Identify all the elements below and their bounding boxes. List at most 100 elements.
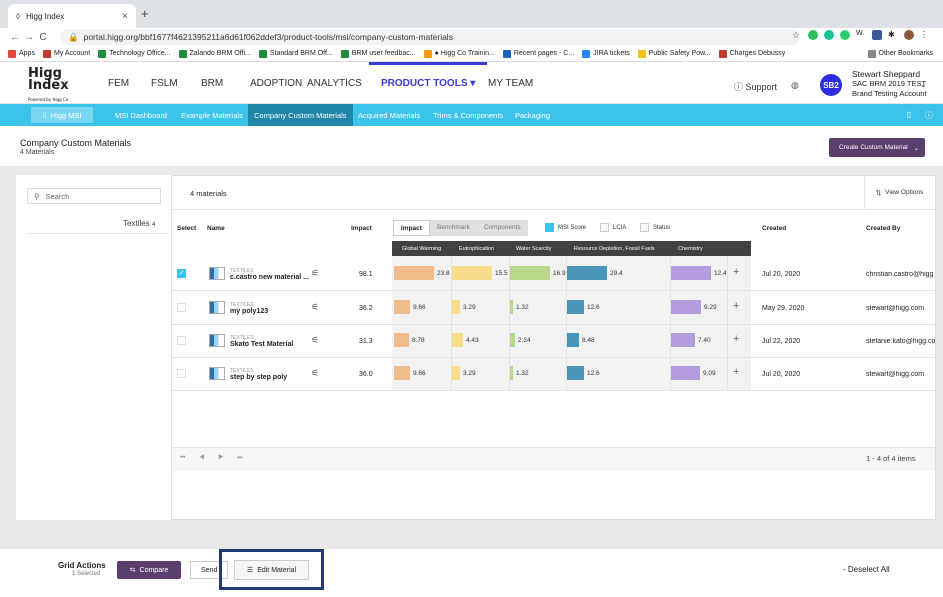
subnav-item-msi-dashboard[interactable]: MSI Dashboard	[115, 111, 167, 120]
legend-status[interactable]: Status	[640, 223, 670, 232]
bookmark-item[interactable]: Standard BRM Off...	[258, 49, 333, 58]
ext-blue-icon[interactable]	[872, 30, 882, 40]
globe-icon[interactable]: ◍	[791, 80, 799, 91]
legend-label: Status	[653, 224, 671, 231]
support-link[interactable]: ⓘ Support	[734, 80, 777, 93]
sliders-icon[interactable]: ⚟	[311, 268, 319, 279]
nav-item[interactable]: ANALYTICS	[307, 78, 362, 89]
bookmark-item[interactable]: Public Safety Pow...	[637, 49, 711, 58]
tab-impact[interactable]: Impact	[393, 220, 430, 236]
material-name[interactable]: Skato Test Material	[230, 341, 293, 348]
row-checkbox[interactable]	[177, 303, 186, 312]
bookmark-item[interactable]: Charges Debussy	[718, 49, 785, 58]
material-name[interactable]: my poly123	[230, 308, 268, 315]
pager[interactable]: ⏮ ◀ ▶ ⏭	[180, 455, 249, 462]
nav-item[interactable]: BRM	[201, 78, 223, 89]
tab-close-icon[interactable]: ×	[122, 11, 128, 22]
browser-tab[interactable]: ◊ Higg Index ×	[8, 4, 136, 28]
impact-bar	[452, 366, 460, 380]
sliders-icon[interactable]: ⚟	[311, 302, 319, 313]
app-header: Higg Index Powered by Higg Co FEM FSLM BRM…	[0, 62, 943, 104]
bookmark-label: Public Safety Pow...	[648, 50, 711, 57]
nav-item[interactable]: MY TEAM	[488, 78, 533, 89]
nav-item[interactable]: ADOPTION	[250, 78, 302, 89]
star-icon[interactable]: ☆	[792, 30, 802, 40]
higg-logo[interactable]: Higg Index Powered by Higg Co	[28, 67, 72, 106]
menu-icon[interactable]: ⋮	[920, 30, 930, 40]
book-icon[interactable]: ▯	[907, 110, 911, 121]
nav-item[interactable]: PRODUCT TOOLS ▾	[368, 62, 488, 89]
other-bookmarks[interactable]: Other Bookmarks	[867, 49, 933, 58]
evernote-icon[interactable]	[808, 30, 818, 40]
grammarly-icon[interactable]	[824, 30, 834, 40]
plus-icon[interactable]: +	[733, 266, 739, 278]
bookmark-item[interactable]: Recent pages - C...	[502, 49, 574, 58]
subnav-item-example-materials[interactable]: Example Materials	[181, 111, 243, 120]
sliders-icon[interactable]: ⚟	[311, 368, 319, 379]
reload-icon[interactable]: C	[36, 32, 50, 43]
new-tab-button[interactable]: +	[141, 6, 149, 21]
plus-icon[interactable]: +	[733, 300, 739, 312]
puzzle-icon[interactable]: ✱	[888, 30, 898, 40]
chevron-down-icon[interactable]: ⌄	[920, 80, 927, 89]
bookmark-item[interactable]: Apps	[8, 49, 35, 58]
profile-icon[interactable]	[904, 30, 914, 40]
nav-item[interactable]: FEM	[108, 78, 129, 89]
page-subtitle: 4 Materials	[20, 149, 55, 156]
deselect-all-link[interactable]: - Deselect All	[843, 565, 890, 574]
back-icon[interactable]: ←	[8, 32, 22, 43]
subnav-item-company-custom-materials[interactable]: Company Custom Materials	[248, 104, 353, 126]
column-header-created-by[interactable]: Created By	[866, 225, 900, 232]
material-name[interactable]: c.castro new material ...	[230, 274, 309, 281]
impact-score: 36.0	[359, 371, 373, 378]
subnav-item-trims-components[interactable]: Trims & Components	[433, 111, 503, 120]
green-ext-icon[interactable]	[840, 30, 850, 40]
address-bar[interactable]: 🔒 portal.higg.org/bbf1677f4621395211a6d6…	[60, 29, 800, 45]
row-checkbox[interactable]	[177, 336, 186, 345]
column-header-name[interactable]: Name	[207, 225, 225, 232]
subnav-item-acquired-materials[interactable]: Acquired Materials	[358, 111, 420, 120]
legend-msi-score[interactable]: MSI Score	[545, 223, 586, 232]
column-header-impact[interactable]: Impact	[351, 225, 372, 232]
bookmark-item[interactable]: BRM user feedbac...	[340, 49, 416, 58]
wiki-icon[interactable]: W.	[856, 30, 866, 40]
sliders-icon[interactable]: ⚟	[311, 335, 319, 346]
bookmark-item[interactable]: Technology Office...	[98, 49, 171, 58]
compare-button[interactable]: ⇆ Compare	[117, 561, 181, 579]
view-options-button[interactable]: ⇅ View Options	[864, 176, 934, 209]
address-url: portal.higg.org/bbf1677f4621395211a6d61f…	[83, 32, 453, 42]
user-info[interactable]: Stewart Sheppard SAC BRM 2019 TEST Brand…	[852, 69, 927, 99]
tab-components[interactable]: Components	[476, 220, 528, 236]
search-input[interactable]: ⚲ Search	[27, 188, 161, 204]
column-header-created[interactable]: Created	[762, 225, 786, 232]
forward-icon[interactable]: →	[22, 32, 36, 43]
plus-icon[interactable]: +	[733, 333, 739, 345]
bookmark-item[interactable]: JIRA tickets	[582, 49, 630, 58]
bookmark-item[interactable]: ● Higg Co Trainin...	[423, 49, 495, 58]
higg-favicon-icon: ◊	[16, 11, 20, 21]
bookmark-icon	[718, 49, 727, 58]
impact-header-global-warming: Global Warming	[402, 246, 442, 252]
bookmark-label: Technology Office...	[109, 50, 171, 57]
avatar[interactable]: SB2	[820, 74, 842, 96]
create-custom-material-button[interactable]: Create Custom Material ⌄	[829, 138, 925, 157]
bookmark-icon	[8, 49, 16, 58]
impact-bar	[567, 333, 579, 347]
tab-benchmark[interactable]: Benchmark	[429, 220, 477, 236]
other-bookmarks-label: Other Bookmarks	[878, 50, 933, 57]
category-textiles[interactable]: Textiles 4	[123, 219, 156, 228]
bookmark-item[interactable]: My Account	[42, 49, 90, 58]
bookmark-item[interactable]: Zalando BRM Offi...	[178, 49, 251, 58]
plus-icon[interactable]: +	[733, 366, 739, 378]
legend-lcia[interactable]: LCIA	[600, 223, 626, 232]
nav-item[interactable]: FSLM	[151, 78, 178, 89]
row-checkbox[interactable]	[177, 369, 186, 378]
compare-label: Compare	[139, 566, 169, 574]
row-checkbox[interactable]: ✓	[177, 269, 186, 278]
impact-bar	[567, 266, 607, 280]
higg-msi-button[interactable]: ⁞⁞ Higg MSI	[31, 107, 93, 123]
info-icon[interactable]: ⓘ	[925, 110, 933, 121]
bookmarks-bar: Apps My Account Technology Office... Zaland…	[0, 46, 943, 62]
subnav-item-packaging[interactable]: Packaging	[515, 111, 550, 120]
material-name[interactable]: step by step poly	[230, 374, 287, 381]
